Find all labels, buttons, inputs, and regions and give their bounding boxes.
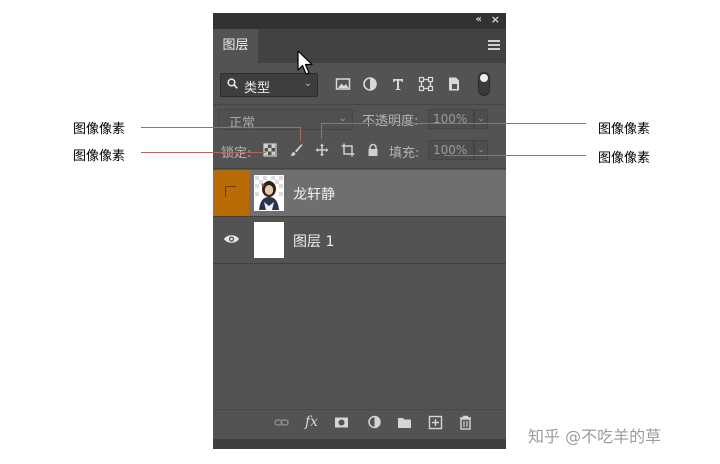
layer-mask-icon[interactable] — [334, 415, 349, 430]
image-filter-icon[interactable] — [335, 76, 351, 92]
layer-filter-row: 类型 ⌄ — [213, 63, 506, 105]
portrait-thumbnail-icon — [255, 176, 283, 210]
panel-title-bar: « × — [213, 13, 506, 29]
fx-icon[interactable]: fx — [304, 415, 319, 430]
filter-toggle-knob — [480, 74, 488, 82]
chevron-down-icon: ⌄ — [303, 78, 312, 89]
opacity-field[interactable]: 100% — [428, 109, 474, 129]
blend-mode-label: 正常 — [229, 116, 256, 131]
lock-artboard-icon[interactable] — [341, 143, 355, 157]
filter-kind-label: 类型 — [244, 81, 271, 96]
visibility-toggle[interactable] — [213, 217, 249, 263]
fill-field[interactable]: 100% — [428, 140, 474, 160]
panel-tab-row: 图层 — [213, 29, 506, 63]
layer-name[interactable]: 图层 1 — [293, 231, 334, 251]
visibility-off-icon — [225, 186, 236, 197]
callout-line — [321, 123, 586, 124]
layer-name[interactable]: 龙轩静 — [293, 184, 335, 204]
layer-row[interactable]: 龙轩静 — [213, 170, 506, 216]
callout-line — [141, 152, 266, 153]
callout-line — [444, 155, 586, 156]
lock-image-pixels-icon[interactable] — [289, 143, 303, 157]
layer-thumbnail — [254, 222, 284, 258]
divider — [213, 168, 506, 169]
callout-line — [141, 127, 301, 128]
lock-transparent-pixels-icon[interactable] — [263, 143, 277, 157]
new-layer-icon[interactable] — [428, 415, 443, 430]
search-icon — [227, 78, 238, 89]
lock-all-icon[interactable] — [366, 143, 380, 157]
filter-kind-select[interactable]: 类型 ⌄ — [220, 73, 318, 97]
lock-row: 锁定: 填充: 100% ⌄ — [213, 135, 506, 165]
mouse-cursor-icon — [297, 50, 313, 75]
annotation-label: 图像像素 — [73, 149, 126, 164]
layer-row[interactable]: 图层 1 — [213, 217, 506, 263]
annotation-label: 图像像素 — [598, 151, 651, 166]
group-folder-icon[interactable] — [397, 415, 412, 430]
blend-row: 正常 ⌄ 不透明度: 100% ⌄ — [213, 105, 506, 133]
panel-resize-strip[interactable] — [213, 439, 506, 449]
collapse-icon[interactable]: « — [476, 14, 483, 25]
layers-panel: « × 图层 类型 ⌄ 正常 ⌄ 不透明度: 100% ⌄ 锁定: 填充: 10… — [213, 13, 506, 449]
adjustment-filter-icon[interactable] — [362, 76, 378, 92]
trash-icon[interactable] — [458, 415, 473, 430]
annotation-label: 图像像素 — [598, 122, 651, 137]
layer-thumbnail — [254, 175, 284, 211]
filter-toggle[interactable] — [478, 72, 490, 96]
fill-label: 填充: — [389, 146, 420, 161]
lock-position-icon[interactable] — [315, 143, 329, 157]
tab-layers[interactable]: 图层 — [213, 29, 258, 63]
close-icon[interactable]: × — [491, 13, 500, 26]
divider — [213, 263, 506, 264]
callout-line — [300, 127, 301, 141]
link-layers-icon[interactable] — [274, 415, 289, 430]
smart-object-filter-icon[interactable] — [446, 76, 462, 92]
annotation-label: 图像像素 — [73, 122, 126, 137]
fill-chevron-icon[interactable]: ⌄ — [474, 140, 488, 160]
adjustment-layer-icon[interactable] — [367, 415, 382, 430]
hamburger-icon[interactable] — [488, 40, 500, 50]
callout-line — [321, 123, 322, 139]
watermark: 知乎 @不吃羊的草 — [528, 427, 662, 446]
opacity-chevron-icon[interactable]: ⌄ — [474, 109, 488, 129]
visibility-toggle[interactable] — [213, 170, 249, 216]
shape-filter-icon[interactable] — [418, 76, 434, 92]
eye-icon — [224, 235, 239, 243]
layers-bottom-toolbar: fx — [213, 410, 506, 436]
opacity-label: 不透明度: — [362, 114, 419, 129]
type-filter-icon[interactable] — [390, 76, 406, 92]
